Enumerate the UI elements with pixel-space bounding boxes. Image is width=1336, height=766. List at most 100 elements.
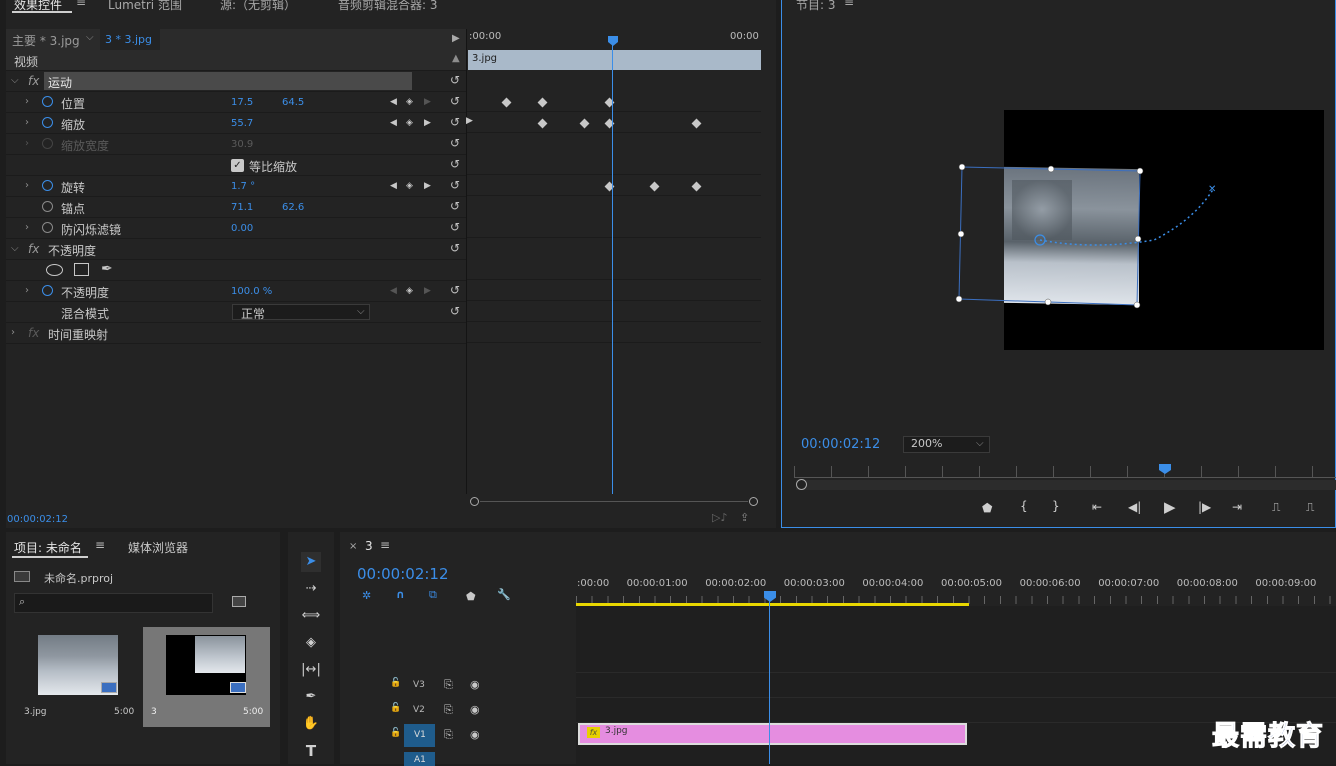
- seq-clip-label[interactable]: 3 * 3.jpg: [105, 33, 152, 46]
- keyframe[interactable]: [537, 118, 548, 129]
- wrench-icon[interactable]: 🔧: [497, 588, 511, 601]
- prev-keyframe-icon[interactable]: ◀: [390, 181, 397, 191]
- sync-lock-icon[interactable]: ⎘: [444, 728, 453, 742]
- eye-icon[interactable]: ◉: [470, 703, 480, 716]
- keyframe[interactable]: [691, 181, 702, 192]
- new-bin-icon[interactable]: [232, 596, 246, 607]
- transform-bounding-box[interactable]: ✕: [954, 160, 1216, 310]
- track-name[interactable]: V1: [414, 730, 426, 740]
- antiflicker-value[interactable]: 0.00: [231, 223, 253, 234]
- scale-value[interactable]: 55.7: [231, 118, 253, 129]
- tab-lumetri[interactable]: Lumetri 范围: [108, 0, 182, 13]
- opacity-value[interactable]: 100.0 %: [231, 286, 272, 297]
- stopwatch-icon[interactable]: [42, 285, 53, 296]
- go-to-out-icon[interactable]: ⇥: [1232, 500, 1242, 514]
- tab-media-browser[interactable]: 媒体浏览器: [128, 539, 188, 556]
- reset-icon[interactable]: ↺: [450, 157, 460, 171]
- lock-icon[interactable]: 🔓: [390, 728, 401, 738]
- position-y-value[interactable]: 64.5: [282, 97, 304, 108]
- ec-playhead-handle[interactable]: [608, 36, 618, 46]
- motion-header-highlight[interactable]: [44, 72, 412, 90]
- lift-icon[interactable]: ⎍: [1272, 500, 1280, 515]
- zoom-select[interactable]: 200% ⌵: [903, 436, 990, 453]
- nest-icon[interactable]: ✲: [362, 589, 371, 602]
- ec-clip-bar[interactable]: 3.jpg: [468, 50, 761, 70]
- linked-selection-icon[interactable]: ⧉: [429, 588, 437, 602]
- reset-icon[interactable]: ↺: [450, 220, 460, 234]
- keyframe[interactable]: [579, 118, 590, 129]
- scroll-up-icon[interactable]: ▲: [452, 53, 460, 64]
- expand-chevron-icon[interactable]: ›: [25, 96, 29, 107]
- keyframe[interactable]: [501, 97, 512, 108]
- stopwatch-icon[interactable]: [42, 201, 53, 212]
- close-icon[interactable]: ×: [349, 541, 357, 552]
- step-forward-icon[interactable]: |▶: [1198, 500, 1211, 514]
- rectangle-mask-icon[interactable]: [74, 263, 89, 276]
- mark-in-icon[interactable]: {: [1020, 499, 1028, 513]
- eye-icon[interactable]: ◉: [470, 678, 480, 691]
- reset-icon[interactable]: ↺: [450, 199, 460, 213]
- extract-icon[interactable]: ⎍: [1306, 500, 1314, 515]
- reset-icon[interactable]: ↺: [450, 304, 460, 318]
- selection-tool-icon[interactable]: ➤: [301, 552, 321, 572]
- next-keyframe-icon[interactable]: ▶: [424, 181, 431, 191]
- position-x-value[interactable]: 17.5: [231, 97, 253, 108]
- reset-icon[interactable]: ↺: [450, 241, 460, 255]
- keyframe[interactable]: [649, 181, 660, 192]
- expand-chevron-icon[interactable]: ⌵: [11, 243, 19, 254]
- panel-menu-icon[interactable]: ≡: [844, 0, 854, 9]
- timeline-ruler[interactable]: :00:00 00:00:01:00 00:00:02:00 00:00:03:00 0…: [576, 572, 1336, 606]
- timeline-timecode[interactable]: 00:00:02:12: [357, 565, 449, 583]
- track-name[interactable]: V3: [413, 680, 425, 690]
- zoom-handle[interactable]: [796, 479, 807, 490]
- timeline-clip[interactable]: fx 3.jpg: [578, 723, 967, 745]
- sync-lock-icon[interactable]: ⎘: [444, 678, 453, 692]
- hand-icon[interactable]: ✋: [301, 714, 321, 734]
- slip-icon[interactable]: |↔|: [301, 660, 321, 680]
- export-icon[interactable]: ⇪: [740, 511, 749, 524]
- next-keyframe-icon[interactable]: ▶: [424, 97, 431, 107]
- add-keyframe-icon[interactable]: ◈: [406, 181, 413, 191]
- stopwatch-icon[interactable]: [42, 117, 53, 128]
- program-zoom-bar[interactable]: [796, 480, 1336, 490]
- add-keyframe-icon[interactable]: ◈: [406, 286, 413, 296]
- pen-icon[interactable]: ✒: [301, 687, 321, 707]
- opacity-group-label[interactable]: 不透明度: [48, 242, 96, 259]
- uniform-scale-checkbox[interactable]: ✓: [231, 159, 244, 172]
- tab-source[interactable]: 源:（无剪辑）: [220, 0, 296, 13]
- prev-keyframe-icon[interactable]: ◀: [390, 118, 397, 128]
- next-keyframe-icon[interactable]: ▶: [424, 286, 431, 296]
- filter-play-icon[interactable]: ▷♪: [712, 511, 727, 524]
- fx-icon[interactable]: fx: [28, 242, 39, 256]
- expand-chevron-icon[interactable]: ›: [11, 327, 15, 338]
- motion-label[interactable]: 运动: [48, 74, 72, 91]
- ec-zoom-scrollbar[interactable]: [470, 497, 760, 507]
- prev-keyframe-icon[interactable]: ◀: [390, 286, 397, 296]
- ec-timecode[interactable]: 00:00:02:12: [7, 514, 68, 525]
- tab-menu-icon[interactable]: ≡: [76, 0, 86, 9]
- ripple-edit-icon[interactable]: ⟺: [301, 606, 321, 626]
- sequence-tab[interactable]: 3: [365, 539, 373, 553]
- track-select-icon[interactable]: ⇢: [301, 579, 321, 599]
- time-remap-label[interactable]: 时间重映射: [48, 326, 108, 343]
- expand-chevron-icon[interactable]: ›: [25, 117, 29, 128]
- reset-icon[interactable]: ↺: [450, 115, 460, 129]
- keyframe-edge[interactable]: ▶: [466, 116, 473, 126]
- panel-menu-icon[interactable]: ≡: [380, 538, 390, 552]
- reset-icon[interactable]: ↺: [450, 283, 460, 297]
- stopwatch-icon[interactable]: [42, 180, 53, 191]
- pen-mask-icon[interactable]: ✒: [101, 261, 113, 277]
- track-name[interactable]: V2: [413, 705, 425, 715]
- project-item-selected[interactable]: 3 5:00: [143, 627, 270, 727]
- type-icon[interactable]: T: [301, 741, 321, 761]
- expand-chevron-icon[interactable]: ⌵: [11, 75, 19, 86]
- play-triangle-icon[interactable]: ▶: [452, 33, 460, 44]
- keyframe[interactable]: [691, 118, 702, 129]
- go-to-in-icon[interactable]: ⇤: [1092, 500, 1102, 514]
- stopwatch-icon[interactable]: [42, 96, 53, 107]
- anchor-x-value[interactable]: 71.1: [231, 202, 253, 213]
- expand-chevron-icon[interactable]: ›: [25, 180, 29, 191]
- blend-mode-select[interactable]: 正常 ⌵: [232, 304, 370, 321]
- program-mini-ruler[interactable]: [794, 466, 1336, 478]
- eye-icon[interactable]: ◉: [470, 728, 480, 741]
